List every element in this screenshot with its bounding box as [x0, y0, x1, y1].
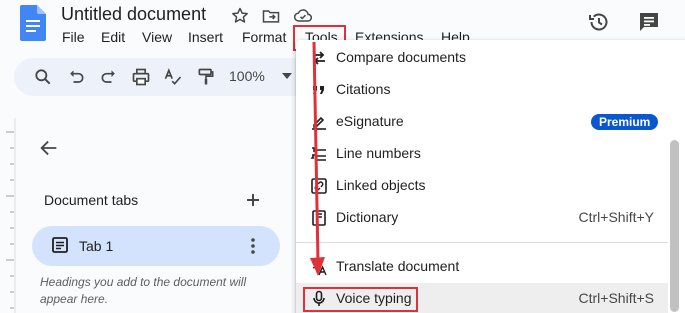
dropdown-scrollbar[interactable] [670, 140, 679, 312]
annotation-arrow [310, 41, 325, 276]
menu-item-citations[interactable]: Citations [296, 74, 668, 106]
cloud-saved-icon[interactable] [293, 6, 313, 26]
zoom-dropdown-arrow-icon[interactable] [282, 73, 292, 81]
spellcheck-icon[interactable] [163, 67, 183, 87]
menu-item-label: eSignature [336, 113, 404, 129]
premium-badge: Premium [591, 114, 659, 130]
menu-item-label: Dictionary [336, 209, 399, 225]
menu-item-translate-document[interactable]: Translate document [296, 251, 668, 283]
menu-item-compare-documents[interactable]: Compare documents [296, 42, 668, 74]
comment-icon[interactable] [637, 10, 661, 34]
document-tabs-heading: Document tabs [44, 192, 139, 208]
menu-edit[interactable]: Edit [101, 29, 125, 45]
paint-format-icon[interactable] [196, 67, 216, 87]
move-to-folder-icon[interactable] [261, 6, 281, 26]
menu-item-shortcut: Ctrl+Shift+S [578, 290, 654, 306]
tools-dropdown-menu: Compare documents Citations eSignature P… [296, 40, 685, 313]
menu-file[interactable]: File [62, 29, 85, 45]
menu-item-linked-objects[interactable]: Linked objects [296, 170, 668, 202]
docs-logo-icon[interactable] [20, 5, 46, 41]
back-arrow-icon[interactable] [38, 137, 60, 159]
history-icon[interactable] [587, 10, 611, 34]
menu-view[interactable]: View [142, 29, 172, 45]
menu-insert[interactable]: Insert [188, 29, 223, 45]
voice-typing-highlight-box [303, 287, 418, 312]
menu-divider [296, 242, 668, 243]
tab-1-item[interactable] [32, 226, 280, 266]
menu-format[interactable]: Format [242, 29, 286, 45]
star-icon[interactable] [230, 6, 250, 26]
menu-item-label: Linked objects [336, 177, 426, 193]
menu-item-dictionary[interactable]: Dictionary Ctrl+Shift+Y [296, 202, 668, 234]
more-vert-icon[interactable] [244, 236, 262, 256]
zoom-select[interactable]: 100% [229, 68, 265, 84]
search-menus-icon[interactable] [33, 67, 53, 87]
menu-item-label: Citations [336, 81, 391, 97]
menu-item-shortcut: Ctrl+Shift+Y [578, 209, 654, 225]
menu-item-label: Translate document [336, 258, 460, 274]
print-icon[interactable] [131, 67, 151, 87]
vertical-ruler [6, 118, 16, 313]
tab-1-label: Tab 1 [79, 238, 114, 254]
tab-headings-hint: Headings you add to the document will ap… [40, 275, 247, 306]
tab-document-icon [52, 237, 68, 253]
menu-item-esignature[interactable]: eSignature Premium [296, 106, 668, 138]
redo-icon[interactable] [99, 67, 119, 87]
document-title[interactable]: Untitled document [61, 4, 206, 25]
menu-item-label: Compare documents [336, 49, 466, 65]
menu-item-line-numbers[interactable]: Line numbers [296, 138, 668, 170]
add-tab-icon[interactable] [243, 190, 263, 210]
menu-item-label: Line numbers [336, 145, 421, 161]
undo-icon[interactable] [66, 67, 86, 87]
